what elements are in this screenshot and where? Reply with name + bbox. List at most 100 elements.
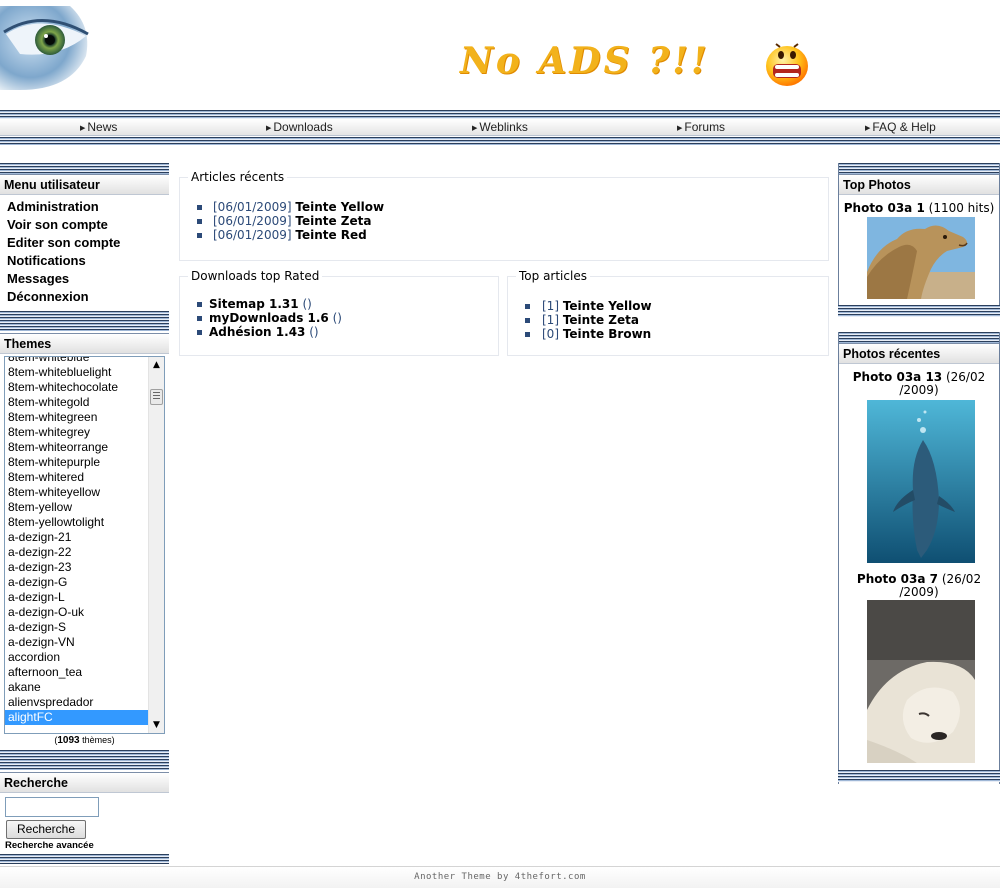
theme-option[interactable]: 8tem-whitechocolate [5,380,150,395]
download-link[interactable]: Sitemap 1.31 [209,297,299,311]
photo-date: (26/02 [941,572,982,586]
theme-option[interactable]: 8tem-whitegold [5,395,150,410]
theme-option[interactable]: alightFC [5,710,150,725]
theme-option[interactable]: a-dezign-21 [5,530,150,545]
recent-photo-caption: Photo 03a 13 (26/02/2009) [839,364,999,397]
footer-credit: Another Theme by 4thefort.com [414,872,586,882]
theme-option[interactable]: a-dezign-G [5,575,150,590]
list-item[interactable]: Adhésion 1.43 () [180,325,498,339]
theme-option[interactable]: a-dezign-S [5,620,150,635]
nav-news[interactable]: ▶ News [80,120,117,134]
block-stripe [0,854,169,864]
theme-option[interactable]: 8tem-whiteblue [5,357,150,365]
top-articles-list: [1] Teinte Yellow [1] Teinte Zeta [0] Te… [508,277,828,341]
theme-option[interactable]: 8tem-whiteyellow [5,485,150,500]
scroll-up-icon[interactable]: ▲ [149,357,164,373]
scroll-thumb[interactable] [150,389,163,405]
nav-bottom-stripe [0,137,1000,145]
article-link[interactable]: Teinte Yellow [563,299,652,313]
theme-options: 8tem-whiteblue 8tem-whitebluelight 8tem-wh… [5,357,150,725]
theme-option[interactable]: 8tem-whitepurple [5,455,150,470]
theme-select-list[interactable]: 8tem-whiteblue 8tem-whitebluelight 8tem-wh… [4,356,165,734]
block-stripe [0,750,169,770]
theme-option[interactable]: a-dezign-22 [5,545,150,560]
list-item[interactable]: [1] Teinte Zeta [508,313,828,327]
search-button[interactable]: Recherche [6,820,86,839]
article-link[interactable]: Teinte Red [295,228,366,242]
list-item[interactable]: [0] Teinte Brown [508,327,828,341]
top-articles-title: Top articles [516,269,590,283]
download-link[interactable]: myDownloads 1.6 [209,311,329,325]
top-articles-box: Top articles [1] Teinte Yellow [1] Teint… [507,269,829,356]
camel-photo[interactable] [867,217,975,299]
theme-option[interactable]: a-dezign-L [5,590,150,605]
advanced-search-link[interactable]: Recherche avancée [5,840,94,851]
article-link[interactable]: Teinte Yellow [295,200,384,214]
theme-scrollbar[interactable]: ▲ ▼ [148,357,164,733]
nav-faq-help[interactable]: ▶ FAQ & Help [865,120,936,134]
top-photos-title: Top Photos [839,174,999,195]
block-stripe [0,163,169,174]
nav-label: Weblinks [479,120,528,134]
theme-option[interactable]: 8tem-whitegrey [5,425,150,440]
theme-option[interactable]: 8tem-whitebluelight [5,365,150,380]
search-title: Recherche [0,772,169,793]
shocked-smiley-icon [766,43,808,86]
scroll-down-icon[interactable]: ▼ [149,717,164,733]
list-item[interactable]: [1] Teinte Yellow [508,299,828,313]
download-link[interactable]: Adhésion 1.43 [209,325,305,339]
nav-forums[interactable]: ▶ Forums [677,120,725,134]
nav-top-stripe [0,110,1000,119]
theme-option[interactable]: 8tem-yellow [5,500,150,515]
nav-downloads[interactable]: ▶ Downloads [266,120,333,134]
search-input[interactable] [5,797,99,817]
menu-administration[interactable]: Administration [0,198,169,216]
theme-option[interactable]: 8tem-whitegreen [5,410,150,425]
list-item[interactable]: [06/01/2009] Teinte Zeta [180,214,828,228]
list-item[interactable]: Sitemap 1.31 () [180,297,498,311]
article-link[interactable]: Teinte Zeta [563,313,639,327]
theme-option[interactable]: accordion [5,650,150,665]
polar-bear-photo[interactable] [867,600,975,763]
downloads-top-box: Downloads top Rated Sitemap 1.31 () myDo… [179,269,499,356]
menu-voir-compte[interactable]: Voir son compte [0,216,169,234]
menu-notifications[interactable]: Notifications [0,252,169,270]
photo-title[interactable]: Photo 03a 1 [844,201,925,215]
photo-date: /2009) [899,383,939,397]
recent-articles-box: Articles récents [06/01/2009] Teinte Yel… [179,170,829,261]
theme-option[interactable]: a-dezign-VN [5,635,150,650]
article-link[interactable]: Teinte Brown [563,327,651,341]
theme-option[interactable]: alienvspredador [5,695,150,710]
theme-option[interactable]: 8tem-yellowtolight [5,515,150,530]
arrow-right-icon: ▶ [677,125,683,132]
theme-option[interactable]: 8tem-whitered [5,470,150,485]
block-stripe [838,770,1000,782]
article-link[interactable]: Teinte Zeta [295,214,371,228]
menu-messages[interactable]: Messages [0,270,169,288]
eye-logo[interactable] [0,6,92,90]
theme-option[interactable]: akane [5,680,150,695]
article-date: [06/01/2009] [213,214,292,228]
list-item[interactable]: myDownloads 1.6 () [180,311,498,325]
theme-option[interactable]: a-dezign-O-uk [5,605,150,620]
recent-photos-title: Photos récentes [839,343,999,364]
recent-articles-title: Articles récents [188,170,288,184]
photo-title[interactable]: Photo 03a 7 [857,572,938,586]
list-item[interactable]: [06/01/2009] Teinte Yellow [180,200,828,214]
theme-count-number: 1093 [57,735,80,746]
list-item[interactable]: [06/01/2009] Teinte Red [180,228,828,242]
menu-deconnexion[interactable]: Déconnexion [0,288,169,306]
theme-option[interactable]: afternoon_tea [5,665,150,680]
article-rank: [0] [542,327,559,341]
nav-label: Forums [684,120,726,134]
nav-label: Downloads [273,120,333,134]
photo-title[interactable]: Photo 03a 13 [853,370,942,384]
arrow-right-icon: ▶ [865,125,871,132]
dolphin-photo[interactable] [867,400,975,563]
theme-option[interactable]: a-dezign-23 [5,560,150,575]
nav-weblinks[interactable]: ▶ Weblinks [472,120,528,134]
theme-option[interactable]: 8tem-whiteorrange [5,440,150,455]
menu-editer-compte[interactable]: Editer son compte [0,234,169,252]
user-menu-block: Menu utilisateur Administration Voir son… [0,163,169,311]
download-rating: () [309,325,319,339]
